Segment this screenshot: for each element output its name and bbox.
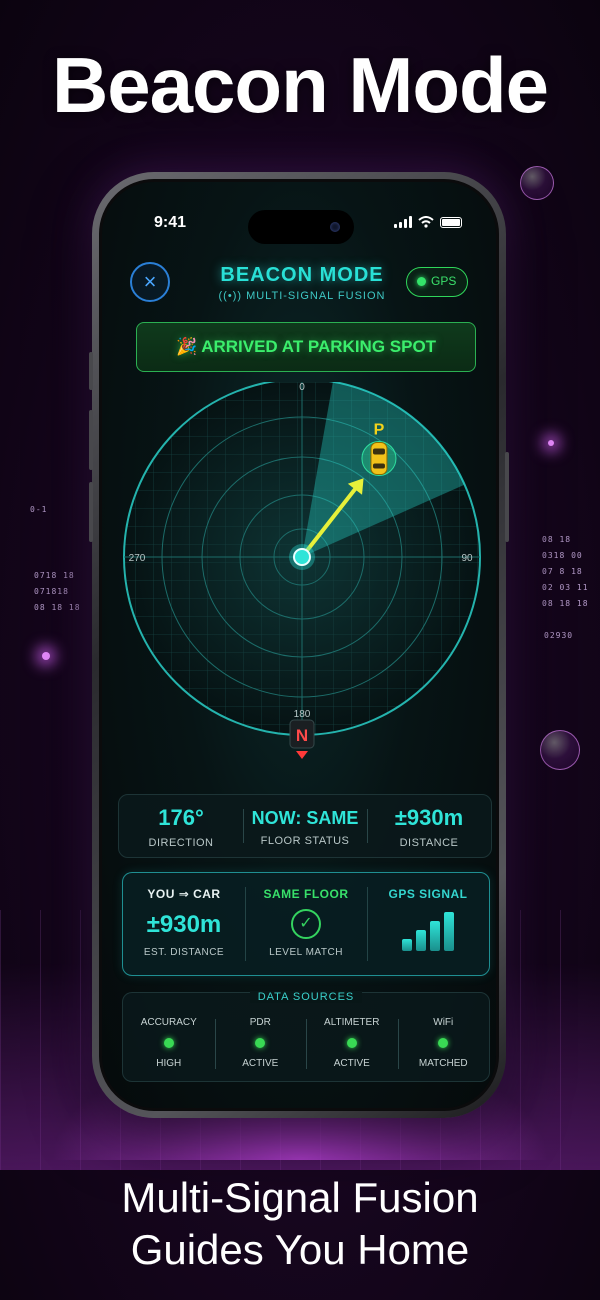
stat-floor-status: NOW: SAME FLOOR STATUS [243,795,367,857]
source-name: ACCURACY [140,1017,197,1028]
side-code-left: 0-1 [30,505,48,514]
gps-label: GPS [431,274,457,288]
stat-label: DIRECTION [148,837,214,849]
tagline-line-1: Multi-Signal Fusion [121,1174,479,1221]
info-value: ±930m [146,911,222,938]
camera-icon [330,222,340,232]
bearing-label-left: 270 [129,553,146,564]
status-dot-icon [346,1038,357,1048]
decor-spark [548,440,554,446]
stat-label: DISTANCE [399,837,459,849]
side-code-right: 02930 [544,631,574,640]
stat-label: FLOOR STATUS [260,835,350,847]
data-sources-list: ACCURACY HIGH PDR ACTIVE ALTIMETER ACTIV… [123,1017,489,1069]
data-sources-card: DATA SOURCES ACCURACY HIGH PDR ACTIVE AL… [122,991,490,1082]
source-wifi: WiFi MATCHED [397,1017,490,1069]
source-name: PDR [249,1017,271,1028]
info-you-car: YOU ⇒ CAR ±930m EST. DISTANCE [123,873,245,975]
tagline: Multi-Signal Fusion Guides You Home [0,1172,600,1276]
user-position-icon [293,548,311,566]
source-status: MATCHED [418,1058,468,1069]
status-time: 9:41 [154,214,187,231]
info-title: GPS SIGNAL [388,887,468,901]
source-altimeter: ALTIMETER ACTIVE [306,1017,398,1069]
info-floor: SAME FLOOR ✓ LEVEL MATCH [245,873,367,975]
car-icon [370,441,388,475]
decor-bubble [520,166,554,200]
stat-distance: ±930m DISTANCE [367,795,491,857]
decor-bubble [540,730,580,770]
north-label: N [296,726,308,745]
dynamic-island [248,210,354,244]
info-card: YOU ⇒ CAR ±930m EST. DISTANCE SAME FLOOR… [122,872,490,976]
side-code-right: 08 18 0318 00 07 8 18 02 03 11 08 18 18 [542,535,589,608]
phone-side-button [89,410,93,470]
gps-signal-bar [430,921,440,951]
stat-value: 176° [158,805,204,830]
battery-icon [440,216,462,228]
phone-side-button [89,352,93,390]
gps-status-pill[interactable]: GPS [406,267,468,297]
radar: 0 90 180 270 P N [117,382,487,792]
stat-value: ±930m [394,805,464,830]
gps-signal-bar [402,939,412,951]
info-caption: LEVEL MATCH [269,947,343,958]
check-icon: ✓ [291,909,321,939]
info-gps: GPS SIGNAL [367,873,489,975]
bearing-label-right: 90 [461,553,473,564]
gps-dot-icon [417,277,426,286]
status-icons [394,216,462,228]
phone-power-button [505,452,509,542]
stat-value: NOW: SAME [251,808,359,828]
info-title: YOU ⇒ CAR [147,887,221,901]
headline: Beacon Mode [51,41,549,129]
cellular-signal-icon [394,216,412,228]
source-pdr: PDR ACTIVE [214,1017,307,1069]
gps-signal-bars-icon [367,911,489,951]
stat-direction: 176° DIRECTION [119,795,243,857]
parking-label: P [374,421,385,438]
bearing-label-top: 0 [299,382,305,393]
stats-row: 176° DIRECTION NOW: SAME FLOOR STATUS ±9… [118,794,492,858]
info-caption: EST. DISTANCE [143,947,225,958]
info-title: SAME FLOOR [263,887,349,901]
bearing-label-bottom: 180 [294,709,311,720]
phone-side-button [89,482,93,542]
wifi-icon [418,216,434,228]
status-dot-icon [163,1038,174,1048]
status-dot-icon [255,1038,266,1048]
source-accuracy: ACCURACY HIGH [123,1017,215,1069]
source-name: ALTIMETER [324,1017,380,1028]
source-status: ACTIVE [333,1058,370,1069]
decor-spark [42,652,50,660]
tagline-line-2: Guides You Home [130,1226,470,1273]
source-status: HIGH [156,1058,182,1069]
status-dot-icon [438,1038,449,1048]
data-sources-title: DATA SOURCES [123,991,489,1004]
status-bar: 9:41 [102,210,496,244]
source-status: ACTIVE [242,1058,279,1069]
phone-frame: 9:41 × BEACON MODE ((•)) MULTI-SIGNAL FU… [89,172,509,1118]
gps-signal-bar [416,930,426,951]
compass-north: N [289,719,315,759]
side-code-left: 0718 18 071818 08 18 18 [34,571,81,612]
source-name: WiFi [433,1017,454,1028]
gps-signal-bar [444,912,454,951]
arrived-banner: 🎉 ARRIVED AT PARKING SPOT [136,322,476,372]
phone-screen: 9:41 × BEACON MODE ((•)) MULTI-SIGNAL FU… [99,179,499,1111]
